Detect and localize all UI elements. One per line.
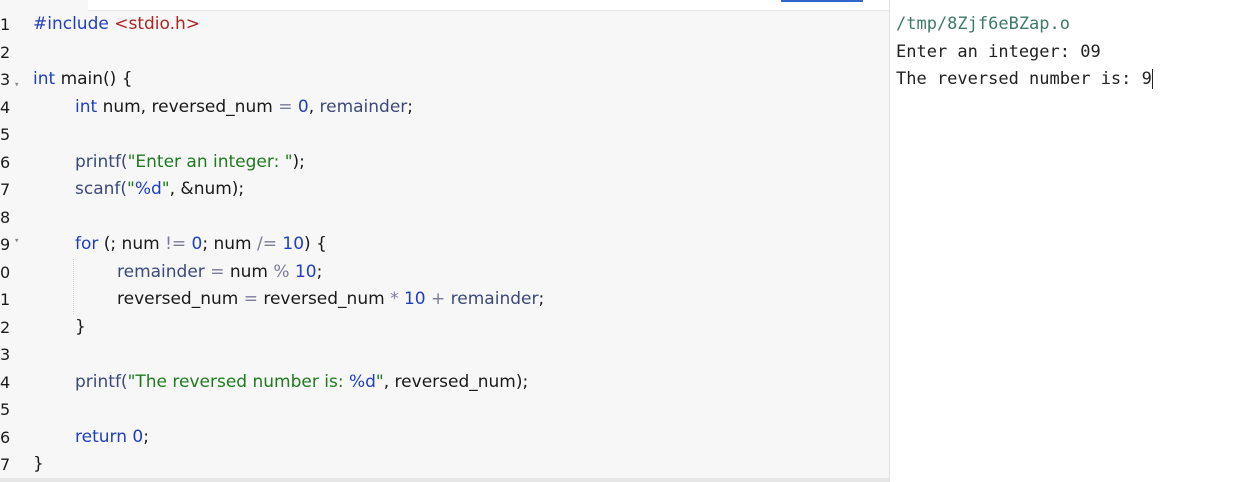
- variable: remainder: [117, 262, 205, 282]
- variable: remainder: [450, 289, 539, 309]
- indent-guide: [73, 259, 74, 314]
- number-literal: 0: [132, 427, 144, 447]
- line-number: 6: [0, 153, 11, 172]
- code-line-16[interactable]: return 0;: [75, 424, 149, 451]
- code-text: ;: [143, 427, 149, 447]
- output-prompt-line: Enter an integer: 09: [896, 42, 1101, 62]
- horizontal-scrollbar[interactable]: [0, 478, 889, 482]
- code-text: );: [292, 152, 305, 172]
- line-number: 7: [0, 180, 11, 199]
- line-number: 2: [0, 43, 11, 62]
- function-call: printf(: [75, 372, 128, 392]
- code-text: ; num: [202, 234, 258, 254]
- number-literal: 0: [297, 97, 309, 117]
- output-file-path: /tmp/8Zjf6eBZap.o: [896, 14, 1070, 34]
- line-number: 1: [0, 290, 11, 309]
- keyword: int: [33, 69, 56, 89]
- code-text: num: [229, 262, 274, 282]
- string-literal: "The reversed number is:: [127, 372, 349, 392]
- code-line-17[interactable]: }: [33, 451, 44, 478]
- line-number: 6: [0, 428, 11, 447]
- code-text: reversed_num: [257, 289, 391, 309]
- code-line-3[interactable]: int main() {: [33, 66, 133, 93]
- format-specifier: %d: [348, 372, 376, 392]
- format-specifier: %d: [134, 179, 162, 199]
- code-text: num, reversed_num: [97, 97, 279, 117]
- top-link-indicator[interactable]: [781, 0, 863, 2]
- code-text: reversed_num: [117, 289, 244, 309]
- code-line-1[interactable]: #include <stdio.h>: [33, 11, 200, 38]
- number-literal: 10: [294, 262, 317, 282]
- code-line-12[interactable]: }: [75, 314, 86, 341]
- code-text: ,: [308, 97, 320, 117]
- line-number: 8: [0, 208, 11, 227]
- operator: =: [204, 262, 230, 282]
- line-number: 1: [0, 15, 11, 34]
- code-line-4[interactable]: int num, reversed_num = 0, remainder;: [75, 94, 413, 121]
- code-line-14[interactable]: printf("The reversed number is: %d", rev…: [75, 369, 528, 396]
- operator: +: [425, 289, 451, 309]
- closing-brace: }: [75, 317, 86, 337]
- string-literal: ": [127, 179, 135, 199]
- code-text: ) {: [304, 234, 327, 254]
- keyword: int: [75, 97, 98, 117]
- string-literal: "Enter an integer: ": [127, 152, 293, 172]
- preprocessor-directive: #include: [33, 14, 109, 34]
- operator: =: [243, 289, 258, 309]
- keyword: return: [75, 427, 127, 447]
- line-number: 7: [0, 455, 11, 474]
- closing-brace: }: [33, 454, 44, 474]
- output-result-line[interactable]: The reversed number is: 9: [896, 66, 1153, 93]
- number-literal: 10: [403, 289, 426, 309]
- line-number: 4: [0, 98, 11, 117]
- operator: =: [278, 97, 293, 117]
- code-text: , reversed_num);: [383, 372, 529, 392]
- number-literal: 0: [191, 234, 203, 254]
- editor-top-bar: [88, 0, 889, 11]
- operator: *: [390, 289, 399, 309]
- function-call: printf(: [75, 152, 128, 172]
- function-call: scanf(: [75, 179, 128, 199]
- code-text: main() {: [55, 69, 133, 89]
- string-literal: ": [375, 372, 384, 392]
- include-header: <stdio.h>: [114, 14, 201, 34]
- code-text: , &num);: [169, 179, 245, 199]
- operator: !=: [165, 234, 187, 254]
- variable: remainder: [319, 97, 408, 117]
- operator: /=: [257, 234, 277, 254]
- line-number: 0: [0, 263, 11, 282]
- code-line-9[interactable]: for (; num != 0; num /= 10) {: [75, 231, 327, 258]
- code-text: ;: [316, 262, 323, 282]
- code-text: (; num: [98, 234, 166, 254]
- fold-arrow-icon[interactable]: ▾: [14, 236, 19, 246]
- number-literal: 10: [282, 234, 305, 254]
- line-number: 2: [0, 318, 11, 337]
- line-number: 5: [0, 400, 11, 419]
- text-cursor: [1151, 69, 1153, 89]
- operator: %: [273, 262, 290, 282]
- code-text: ;: [407, 97, 414, 117]
- line-number: 4: [0, 373, 11, 392]
- line-number: 3: [0, 345, 11, 364]
- string-literal: ": [161, 179, 170, 199]
- code-line-7[interactable]: scanf("%d", &num);: [75, 176, 244, 203]
- line-number: 5: [0, 125, 11, 144]
- code-line-10[interactable]: remainder = num % 10;: [117, 259, 322, 286]
- keyword: for: [75, 234, 99, 254]
- fold-arrow-icon[interactable]: ▾: [14, 80, 19, 90]
- code-editor[interactable]: 12345678901234567 ▾ ▾ #include <stdio.h>…: [0, 0, 889, 482]
- code-line-11[interactable]: reversed_num = reversed_num * 10 + remai…: [117, 286, 544, 313]
- output-panel: /tmp/8Zjf6eBZap.o Enter an integer: 09 T…: [890, 0, 1258, 482]
- code-text: ;: [538, 289, 545, 309]
- code-line-6[interactable]: printf("Enter an integer: ");: [75, 149, 305, 176]
- output-result-text: The reversed number is: 9: [896, 69, 1152, 89]
